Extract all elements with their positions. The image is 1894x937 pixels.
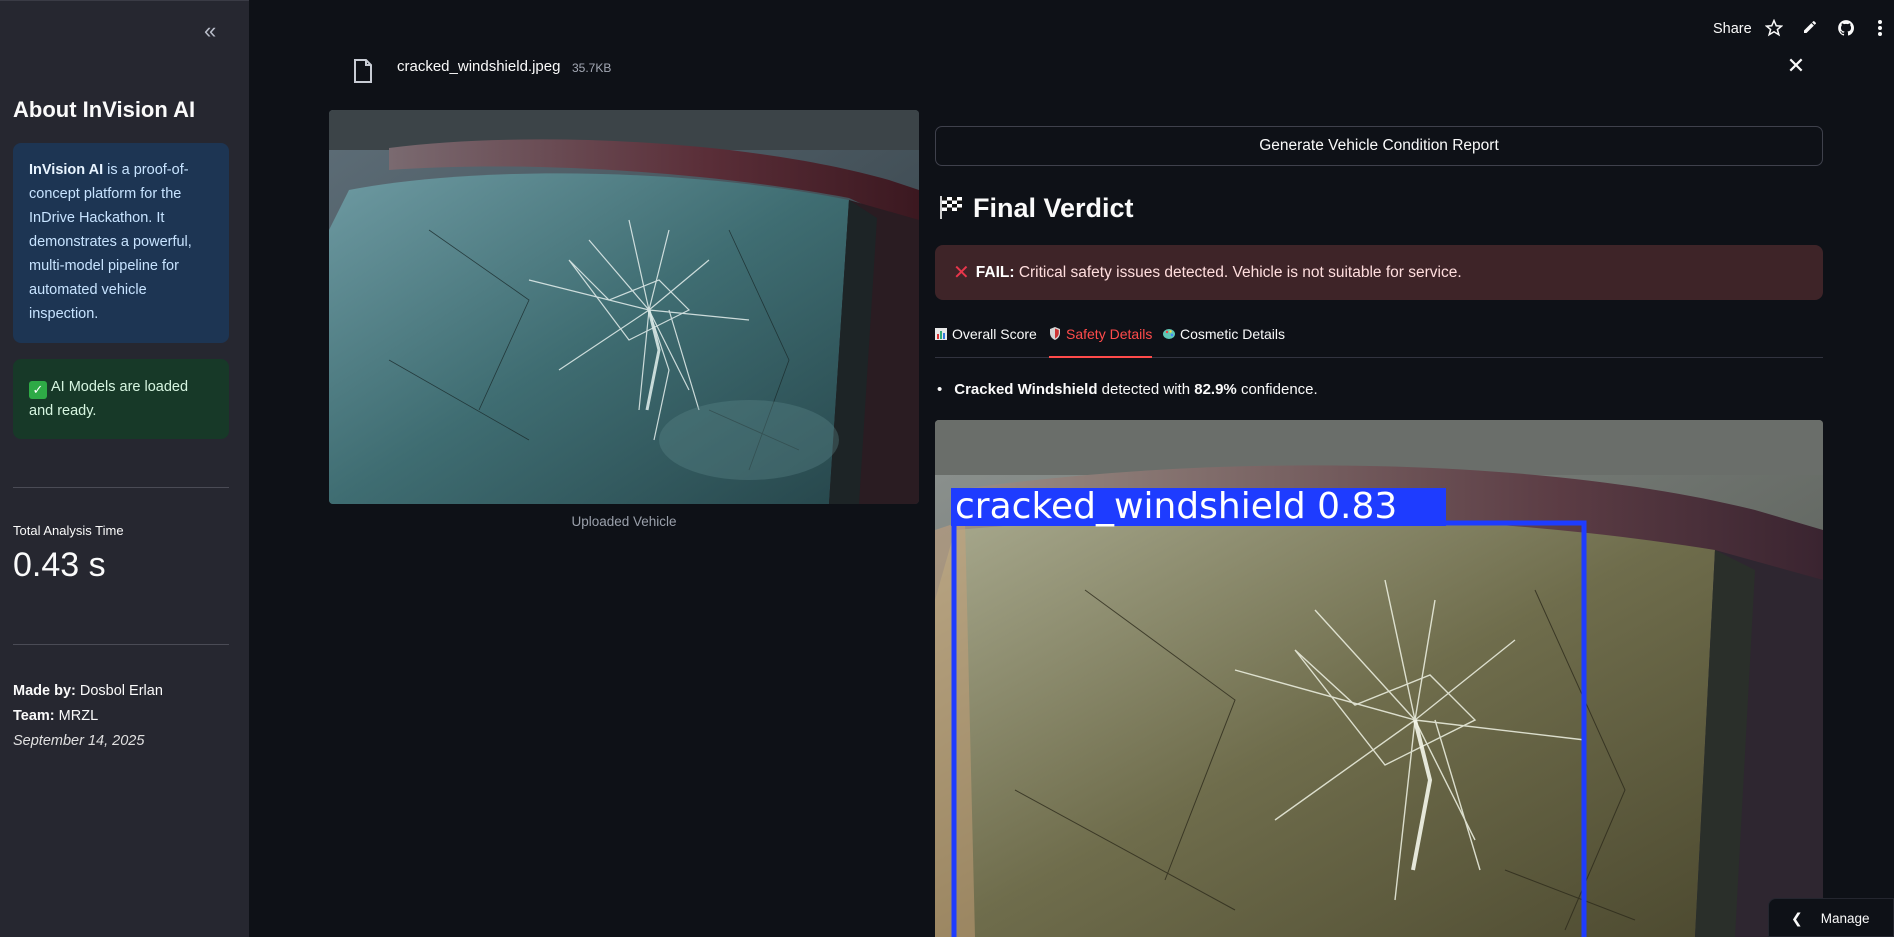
more-icon[interactable] (1870, 19, 1890, 39)
status-text: AI Models are loaded and ready. (29, 379, 189, 419)
team-label: Team: (13, 708, 55, 724)
image-caption: Uploaded Vehicle (571, 514, 677, 529)
share-button[interactable]: Share (1713, 21, 1752, 37)
team-value: MRZL (54, 708, 99, 724)
result-tabs: Overall Score Safety Details Cosmetic De… (935, 320, 1823, 358)
cross-icon: ✕ (953, 262, 970, 284)
divider (13, 644, 229, 645)
file-size: 35.7KB (572, 61, 612, 75)
generate-report-button[interactable]: Generate Vehicle Condition Report (935, 126, 1823, 166)
detection-middle: detected with (1097, 381, 1195, 398)
metric-value: 0.43 s (13, 546, 106, 584)
detection-item: • Cracked Windshield detected with 82.9% … (937, 381, 1318, 398)
info-text: is a proof-of-concept platform for the I… (29, 162, 192, 322)
made-by-value: Dosbol Erlan (75, 683, 163, 699)
bar-chart-icon (935, 327, 947, 340)
collapse-sidebar-icon[interactable]: « (204, 20, 224, 43)
fail-label: FAIL: (975, 264, 1015, 281)
fail-alert: ✕ FAIL: Critical safety issues detected. … (935, 245, 1823, 300)
credits-date: September 14, 2025 (13, 733, 145, 749)
info-bold: InVision AI (29, 162, 104, 178)
manage-app-button[interactable]: ❮Manage app (1768, 898, 1894, 937)
uploaded-vehicle-image (329, 110, 919, 504)
credits: Made by: Dosbol Erlan Team: MRZL Septemb… (13, 679, 163, 754)
remove-file-icon[interactable]: ✕ (1786, 55, 1806, 77)
checkered-flag-icon (937, 193, 965, 228)
sidebar: « About InVision AI InVision AI is a pro… (0, 0, 249, 937)
status-alert: ✓ AI Models are loaded and ready. (13, 359, 229, 439)
tab-label: Cosmetic Details (1180, 326, 1286, 342)
verdict-title-text: Final Verdict (973, 193, 1134, 223)
chevron-left-icon: ❮ (1791, 910, 1803, 926)
tab-safety-details[interactable]: Safety Details (1049, 326, 1153, 358)
edit-icon[interactable] (1800, 19, 1820, 39)
check-icon: ✓ (29, 381, 47, 399)
made-by-label: Made by: (13, 683, 76, 699)
detection-result-image: cracked_windshield 0.83 (935, 420, 1823, 937)
info-alert: InVision AI is a proof-of-concept platfo… (13, 143, 229, 343)
verdict-title: Final Verdict (937, 193, 1134, 228)
bbox-label: cracked_windshield 0.83 (955, 486, 1397, 527)
file-icon (352, 58, 374, 84)
fail-message: Critical safety issues detected. Vehicle… (1014, 264, 1462, 281)
tab-cosmetic-details[interactable]: Cosmetic Details (1163, 326, 1285, 358)
bullet-dot: • (937, 381, 943, 398)
metric-label: Total Analysis Time (13, 523, 124, 538)
tab-label: Safety Details (1066, 326, 1153, 342)
tab-label: Overall Score (952, 326, 1037, 342)
detection-confidence: 82.9% (1194, 381, 1237, 398)
detection-end: confidence. (1236, 381, 1318, 398)
shield-icon (1049, 327, 1061, 340)
paint-icon (1163, 327, 1175, 339)
file-name: cracked_windshield.jpeg (397, 58, 561, 75)
sidebar-title: About InVision AI (13, 97, 196, 122)
tab-overall-score[interactable]: Overall Score (935, 326, 1037, 358)
star-icon[interactable] (1764, 18, 1784, 39)
detection-label: Cracked Windshield (954, 381, 1098, 398)
github-icon[interactable] (1836, 19, 1856, 39)
divider (13, 487, 229, 488)
